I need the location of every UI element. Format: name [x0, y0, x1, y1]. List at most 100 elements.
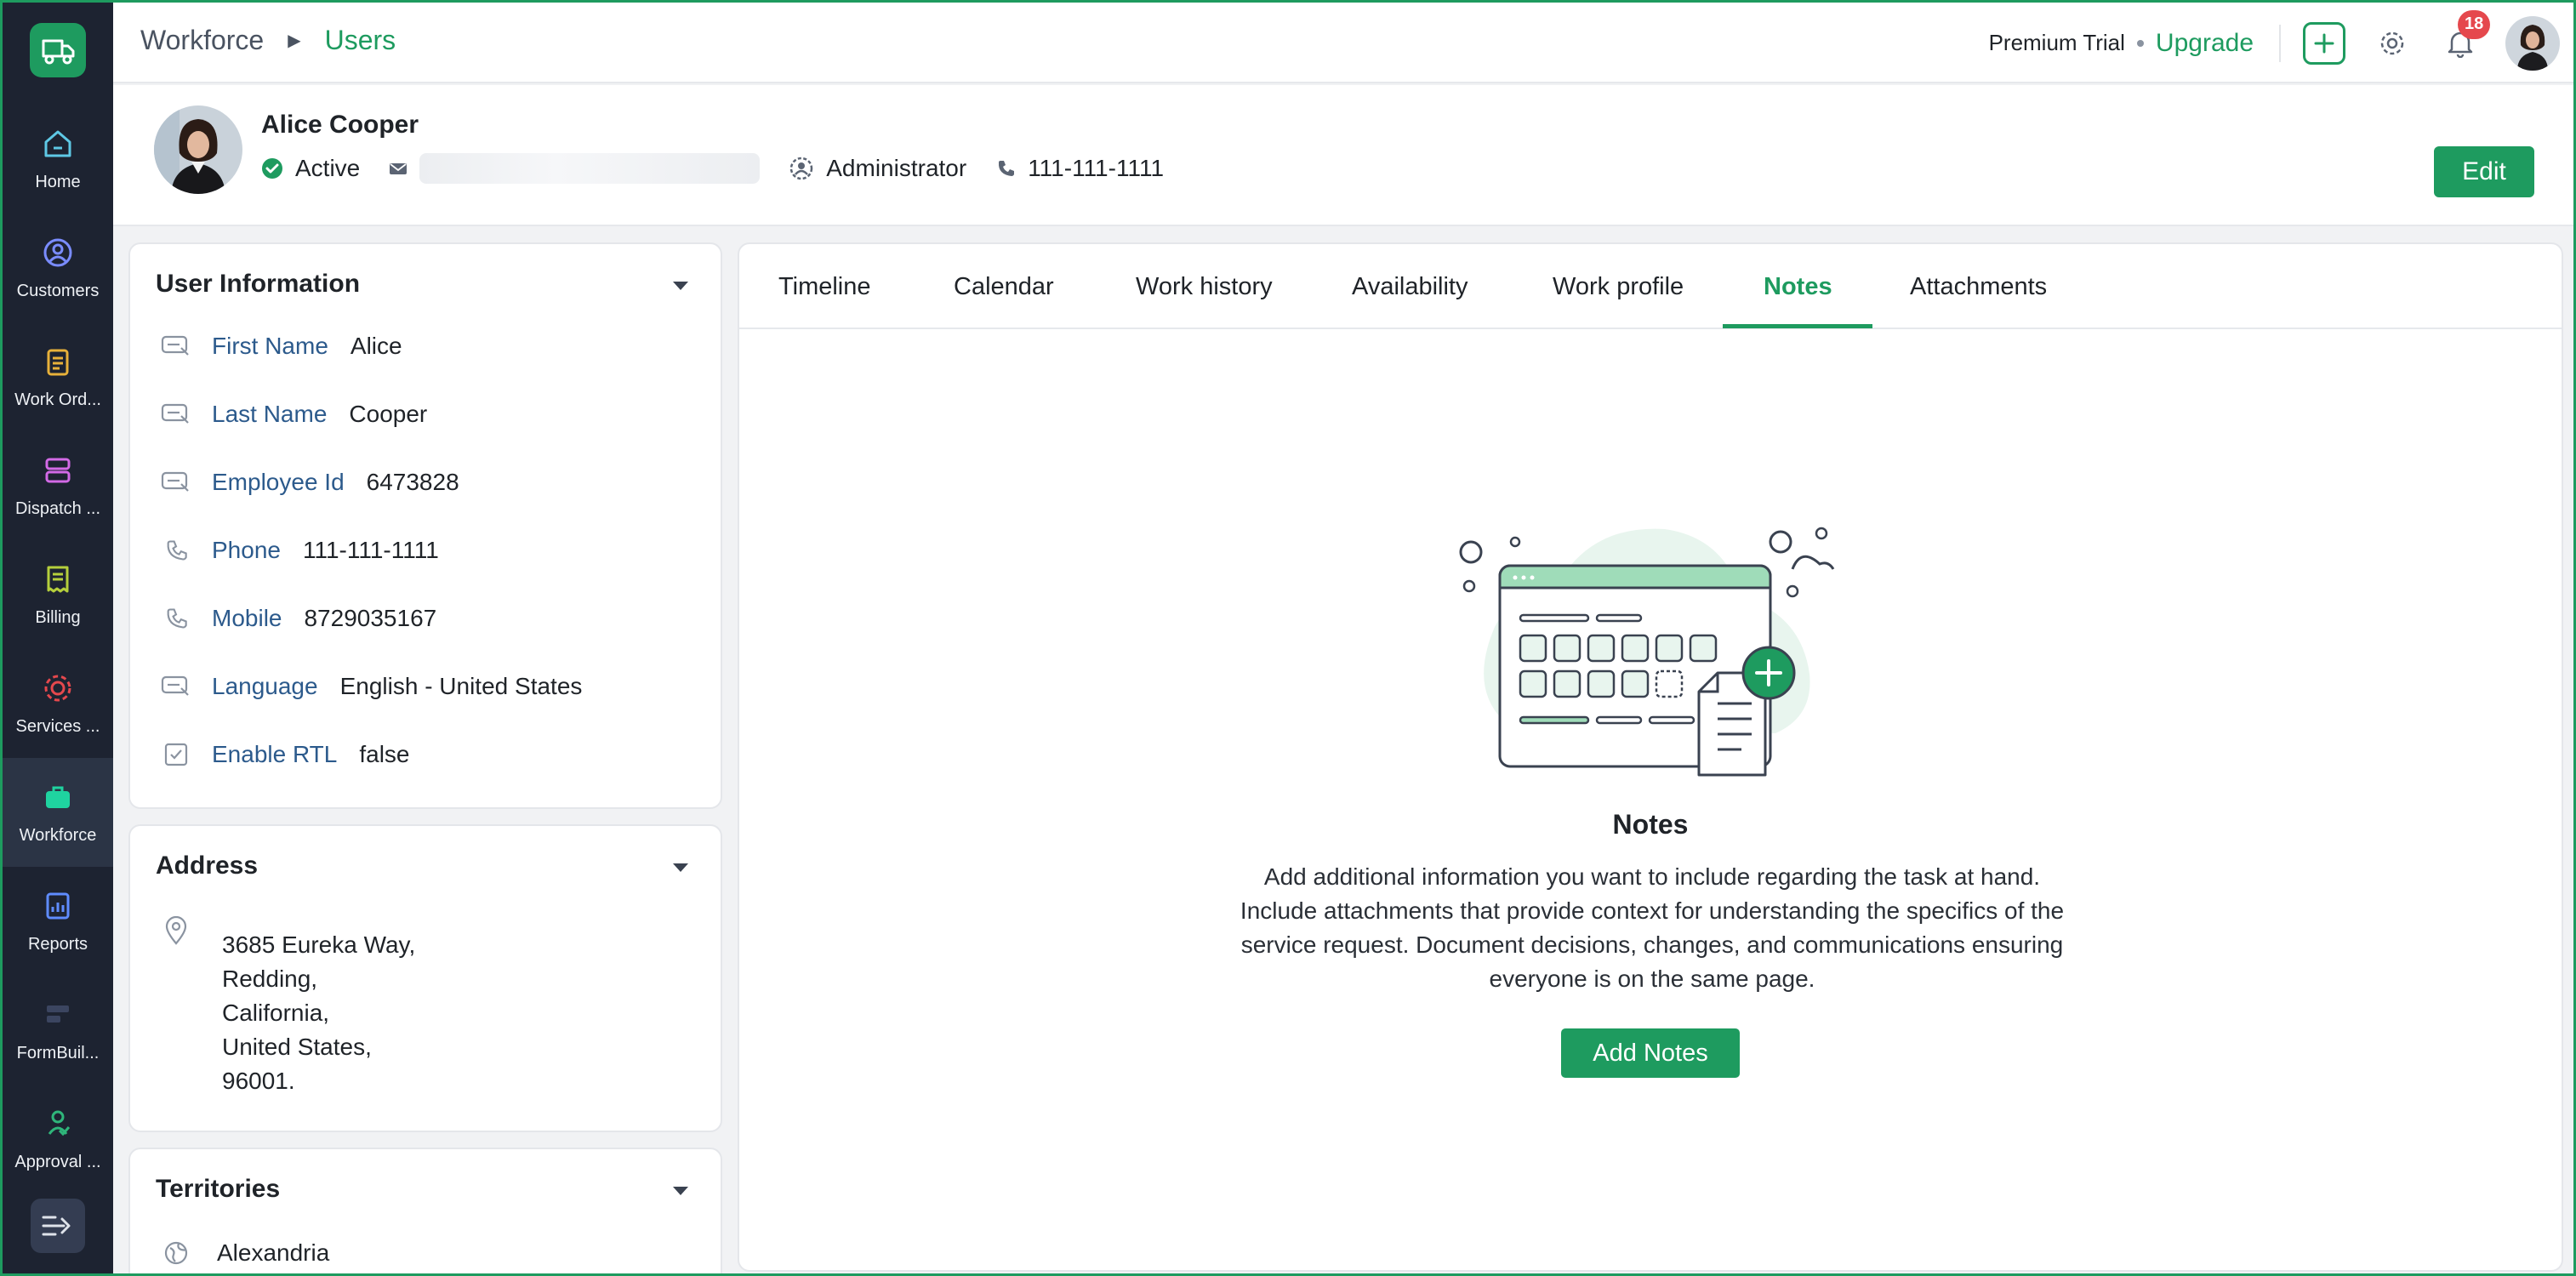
field-value: 8729035167 — [304, 605, 437, 631]
edit-button[interactable]: Edit — [2434, 146, 2534, 197]
field-phone: Phone 111-111-1111 — [159, 537, 439, 564]
dispatch-icon — [45, 458, 71, 482]
territory-name: Alexandria — [217, 1239, 330, 1266]
check-circle-icon — [262, 158, 282, 179]
breadcrumb-current: Users — [324, 25, 396, 55]
field-label: Phone — [212, 537, 281, 563]
collapse-caret-icon[interactable] — [673, 1187, 688, 1195]
top-actions: Premium Trial Upgrade 18 — [1988, 3, 2573, 83]
user-information-card: User Information First Name Alice Last N… — [128, 242, 722, 809]
field-label: Last Name — [212, 401, 328, 427]
approval-icon — [48, 1110, 71, 1136]
role-chip: Administrator — [789, 155, 966, 182]
avatar-photo — [2505, 15, 2560, 71]
field-enable-rtl: Enable RTL false — [159, 741, 410, 768]
collapse-rail-button[interactable] — [31, 1199, 85, 1253]
field-value: 111-111-1111 — [302, 537, 439, 563]
tab-notes[interactable]: Notes — [1764, 244, 1832, 329]
phone-icon — [159, 538, 193, 562]
collapse-arrow-icon — [42, 1216, 71, 1236]
status-badge: Active — [261, 155, 360, 182]
empty-state-description: Add additional information you want to i… — [1240, 863, 2065, 992]
rail-item-billing[interactable]: Billing — [3, 540, 113, 649]
tab-calendar[interactable]: Calendar — [954, 244, 1054, 329]
app-logo[interactable] — [30, 23, 86, 77]
mail-icon — [390, 163, 407, 174]
checkbox-icon — [159, 742, 193, 767]
rail-item-reports[interactable]: Reports — [3, 867, 113, 976]
rail-label: Services ... — [15, 716, 100, 736]
rail-item-formbuilder[interactable]: FormBuil... — [3, 976, 113, 1085]
collapse-caret-icon[interactable] — [673, 282, 688, 290]
address-line: 96001. — [222, 1068, 295, 1094]
left-rail: Home Customers Work Ord... Dispatch ... … — [3, 3, 113, 1273]
rail-item-approval[interactable]: Approval ... — [3, 1085, 113, 1193]
rail-item-services[interactable]: Services ... — [3, 649, 113, 758]
divider — [2279, 24, 2281, 62]
phone-icon — [159, 607, 193, 630]
profile-avatar[interactable] — [2505, 15, 2560, 71]
truck-icon — [42, 39, 75, 65]
phone-icon — [999, 161, 1015, 176]
text-field-icon — [159, 402, 193, 426]
rail-label: Work Ord... — [14, 390, 101, 409]
tab-attachments[interactable]: Attachments — [1910, 244, 2047, 329]
user-avatar — [154, 105, 242, 194]
settings-button[interactable] — [2371, 22, 2414, 65]
services-icon — [44, 675, 71, 701]
rail-item-home[interactable]: Home — [3, 105, 113, 214]
notifications-button[interactable]: 18 — [2439, 9, 2491, 65]
rail-item-workforce[interactable]: Workforce — [3, 758, 113, 867]
breadcrumb: Workforce ▶ Users — [140, 25, 396, 56]
rail-item-customers[interactable]: Customers — [3, 214, 113, 322]
field-value: Alice — [350, 333, 402, 359]
rail-item-dispatch[interactable]: Dispatch ... — [3, 431, 113, 540]
rail-label: Reports — [27, 934, 88, 954]
field-first-name: First Name Alice — [159, 333, 402, 360]
admin-icon — [790, 157, 813, 180]
formbuilder-icon — [47, 1005, 69, 1023]
tab-work-history[interactable]: Work history — [1136, 244, 1273, 329]
work-orders-icon — [47, 349, 69, 375]
territories-card: Territories Alexandria — [128, 1148, 722, 1273]
field-value: English - United States — [339, 673, 583, 699]
tab-timeline[interactable]: Timeline — [778, 244, 871, 329]
rail-label: Home — [35, 172, 81, 191]
address-card: Address 3685 Eureka Way, Redding, Califo… — [128, 824, 722, 1132]
field-label: Employee Id — [212, 469, 345, 495]
card-title: User Information — [156, 270, 361, 298]
separator-dot — [2136, 39, 2144, 47]
role-text: Administrator — [826, 155, 967, 181]
avatar-photo — [154, 105, 242, 194]
app-window: Home Customers Work Ord... Dispatch ... … — [0, 0, 2576, 1276]
address-lines: 3685 Eureka Way, Redding, California, Un… — [222, 928, 415, 1098]
add-notes-button[interactable]: Add Notes — [1561, 1028, 1740, 1078]
billing-icon — [47, 566, 69, 592]
breadcrumb-parent[interactable]: Workforce — [140, 25, 264, 56]
rail-label: Workforce — [19, 825, 97, 845]
field-language: Language English - United States — [159, 673, 582, 700]
quick-create-button[interactable] — [2303, 21, 2345, 65]
rail-label: Dispatch ... — [14, 498, 101, 518]
workforce-icon — [46, 786, 70, 808]
address-line: 3685 Eureka Way, — [222, 931, 416, 958]
text-field-icon — [159, 470, 193, 494]
field-last-name: Last Name Cooper — [159, 401, 427, 428]
tab-work-profile[interactable]: Work profile — [1553, 244, 1684, 329]
field-label: Enable RTL — [212, 741, 338, 767]
empty-state-title: Notes — [1612, 809, 1689, 840]
collapse-caret-icon[interactable] — [673, 863, 688, 872]
rail-label: Customers — [16, 281, 100, 300]
top-bar: Workforce ▶ Users Premium Trial Upgrade … — [113, 3, 2573, 83]
field-value: 6473828 — [366, 469, 459, 495]
status-text: Active — [295, 155, 361, 181]
trial-label: Premium Trial — [1988, 30, 2125, 55]
upgrade-link[interactable]: Upgrade — [2156, 29, 2254, 58]
tab-availability[interactable]: Availability — [1352, 244, 1468, 329]
rail-item-work-orders[interactable]: Work Ord... — [3, 322, 113, 431]
address-line: United States, — [222, 1034, 372, 1060]
email-redacted — [419, 153, 761, 184]
field-label: Mobile — [212, 605, 282, 631]
address-line: Redding, — [222, 966, 318, 992]
active-tab-indicator — [1723, 324, 1872, 328]
